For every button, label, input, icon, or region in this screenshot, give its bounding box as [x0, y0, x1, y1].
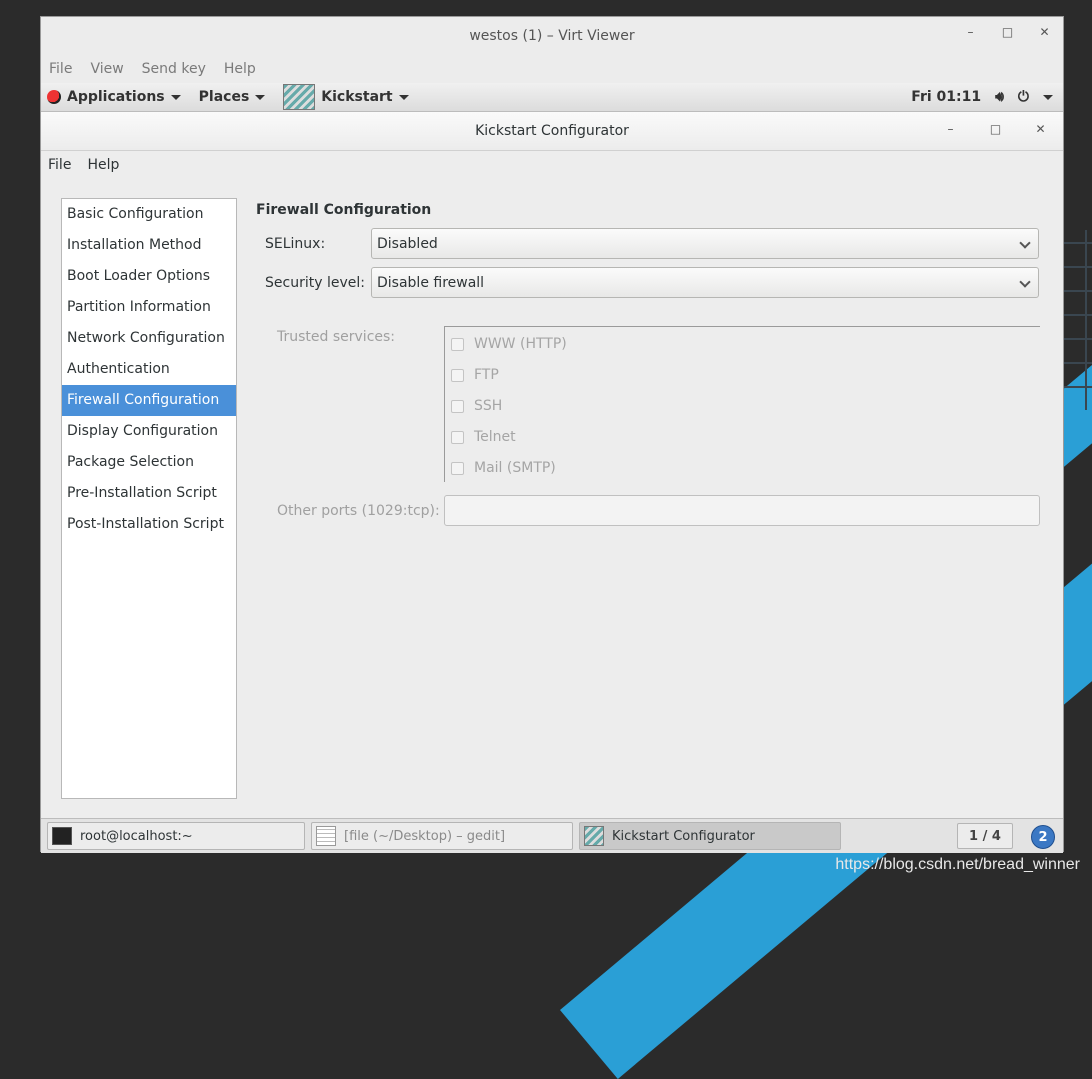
task-kickstart[interactable]: Kickstart Configurator [579, 822, 841, 850]
close-icon[interactable]: ✕ [1036, 25, 1053, 39]
dropdown-arrow-icon [170, 94, 181, 100]
service-ssh[interactable]: SSH [451, 398, 502, 414]
redhat-logo-icon [47, 90, 61, 104]
task-label: Kickstart Configurator [612, 828, 755, 844]
checkbox[interactable] [451, 430, 464, 444]
firewall-panel: Firewall Configuration SELinux: Disabled… [256, 198, 1046, 526]
service-label: WWW (HTTP) [474, 336, 567, 352]
system-menu-arrow-icon[interactable] [1043, 94, 1053, 100]
service-www-http[interactable]: WWW (HTTP) [451, 336, 567, 352]
trusted-services-label: Trusted services: [277, 329, 396, 345]
text-editor-icon [316, 826, 336, 846]
task-terminal[interactable]: root@localhost:~ [47, 822, 305, 850]
applications-menu[interactable]: Applications [47, 89, 181, 105]
service-telnet[interactable]: Telnet [451, 429, 516, 445]
minimize-icon[interactable]: – [942, 122, 959, 136]
desktop-pattern [1063, 230, 1092, 410]
close-icon[interactable]: ✕ [1032, 122, 1049, 136]
window-title: Kickstart Configurator [475, 123, 629, 139]
service-label: Telnet [474, 429, 516, 445]
bottom-taskbar: root@localhost:~ [file (~/Desktop) – ged… [41, 818, 1063, 853]
viewer-titlebar[interactable]: westos (1) – Virt Viewer – □ ✕ [41, 17, 1063, 55]
app-menu[interactable]: Kickstart [283, 84, 409, 110]
app-menu-label: Kickstart [321, 89, 393, 105]
app-menubar: File Help [41, 151, 1070, 179]
category-list: Basic Configuration Installation Method … [61, 198, 237, 799]
checkbox[interactable] [451, 337, 464, 351]
notification-badge[interactable]: 2 [1031, 825, 1055, 849]
trusted-services-list: WWW (HTTP) FTP SSH Telnet Mail (SMTP) [444, 326, 1040, 482]
checkbox[interactable] [451, 368, 464, 382]
power-icon[interactable]: ⏻ [1018, 89, 1029, 105]
checkbox[interactable] [451, 399, 464, 413]
service-label: FTP [474, 367, 499, 383]
service-ftp[interactable]: FTP [451, 367, 499, 383]
system-tray: Fri 01:11 🔊︎ ⏻ [911, 89, 1053, 105]
places-menu[interactable]: Places [199, 89, 266, 105]
terminal-icon [52, 827, 72, 845]
dropdown-arrow-icon [398, 94, 409, 100]
viewer-menu-view[interactable]: View [90, 61, 123, 77]
checkbox[interactable] [451, 461, 464, 475]
sidebar-item-network-configuration[interactable]: Network Configuration [62, 323, 236, 354]
sidebar-item-display-configuration[interactable]: Display Configuration [62, 416, 236, 447]
viewer-title: westos (1) – Virt Viewer [469, 28, 635, 44]
service-mail-smtp[interactable]: Mail (SMTP) [451, 460, 556, 476]
sidebar-item-installation-method[interactable]: Installation Method [62, 230, 236, 261]
places-label: Places [198, 89, 250, 105]
other-ports-input[interactable] [444, 495, 1040, 526]
other-ports-label: Other ports (1029:tcp): [277, 503, 440, 519]
maximize-icon[interactable]: □ [999, 25, 1016, 39]
viewer-window-controls: – □ ✕ [962, 25, 1053, 39]
guest-top-panel: Applications Places Kickstart Fri 01:11 … [41, 83, 1063, 112]
workspace-pager[interactable]: 1 / 4 [957, 823, 1013, 849]
sidebar-item-basic-configuration[interactable]: Basic Configuration [62, 199, 236, 230]
viewer-menubar: File View Send key Help [41, 55, 1063, 83]
sidebar-item-firewall-configuration[interactable]: Firewall Configuration [62, 385, 236, 416]
viewer-menu-send-key[interactable]: Send key [142, 61, 206, 77]
chevron-down-icon [1019, 276, 1031, 288]
sidebar-item-post-installation-script[interactable]: Post-Installation Script [62, 509, 236, 540]
chevron-down-icon [1019, 237, 1031, 249]
security-level-label: Security level: [265, 274, 365, 291]
service-label: Mail (SMTP) [474, 460, 556, 476]
clock[interactable]: Fri 01:11 [911, 89, 981, 105]
kickstart-app-icon [283, 84, 316, 110]
sidebar-item-package-selection[interactable]: Package Selection [62, 447, 236, 478]
task-gedit[interactable]: [file (~/Desktop) – gedit] [311, 822, 573, 850]
security-level-row: Security level: Disable firewall [256, 267, 1046, 298]
minimize-icon[interactable]: – [962, 25, 979, 39]
volume-icon[interactable]: 🔊︎ [995, 89, 1004, 105]
menu-help[interactable]: Help [87, 157, 119, 173]
maximize-icon[interactable]: □ [987, 122, 1004, 136]
sidebar-item-pre-installation-script[interactable]: Pre-Installation Script [62, 478, 236, 509]
task-label: root@localhost:~ [80, 828, 193, 844]
selinux-dropdown[interactable]: Disabled [371, 228, 1039, 259]
viewer-menu-help[interactable]: Help [224, 61, 256, 77]
selinux-value: Disabled [377, 235, 438, 252]
virt-viewer-window: westos (1) – Virt Viewer – □ ✕ File View… [40, 16, 1064, 853]
security-level-dropdown[interactable]: Disable firewall [371, 267, 1039, 298]
kickstart-titlebar[interactable]: Kickstart Configurator – □ ✕ [41, 112, 1063, 151]
security-level-value: Disable firewall [377, 274, 485, 291]
service-label: SSH [474, 398, 503, 414]
sidebar-item-boot-loader-options[interactable]: Boot Loader Options [62, 261, 236, 292]
selinux-label: SELinux: [265, 235, 326, 252]
applications-label: Applications [67, 89, 165, 105]
window-controls: – □ ✕ [942, 122, 1049, 136]
section-title: Firewall Configuration [256, 202, 432, 218]
sidebar-item-partition-information[interactable]: Partition Information [62, 292, 236, 323]
selinux-row: SELinux: Disabled [256, 228, 1046, 259]
watermark: https://blog.csdn.net/bread_winner [835, 856, 1080, 873]
sidebar-item-authentication[interactable]: Authentication [62, 354, 236, 385]
task-label: [file (~/Desktop) – gedit] [344, 828, 506, 844]
dropdown-arrow-icon [255, 94, 266, 100]
menu-file[interactable]: File [48, 157, 71, 173]
kickstart-app-icon [584, 826, 604, 846]
viewer-menu-file[interactable]: File [49, 61, 72, 77]
